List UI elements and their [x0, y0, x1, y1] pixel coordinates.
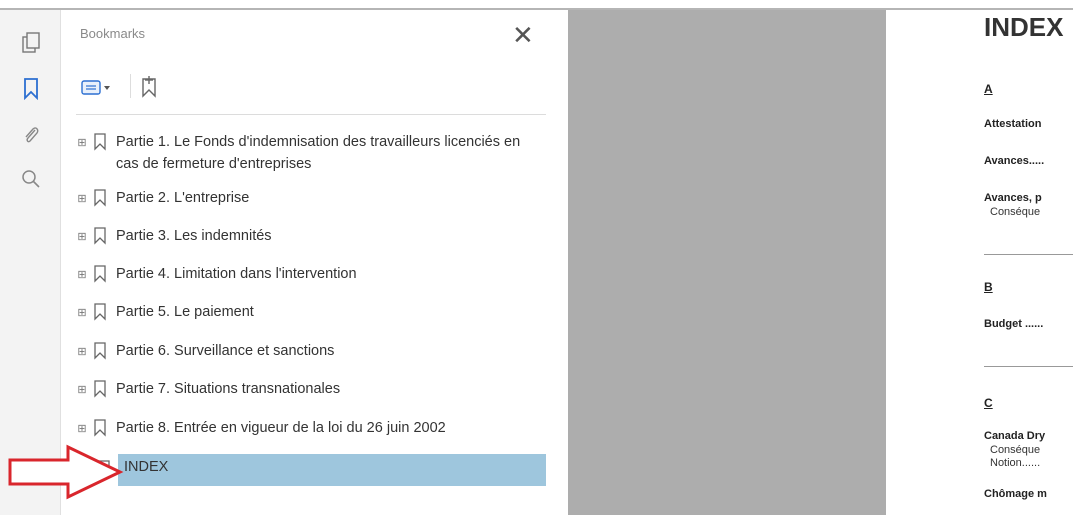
options-menu-button[interactable]: [80, 74, 114, 100]
bookmark-label-index: INDEX: [124, 459, 169, 475]
bookmark-label: Partie 3. Les indemnités: [116, 228, 272, 244]
bookmark-label: Partie 4. Limitation dans l'intervention: [116, 266, 357, 282]
bookmark-item-partie-1[interactable]: ⊞ Partie 1. Le Fonds d'indemnisation des…: [76, 131, 536, 175]
bookmark-icon: [94, 303, 106, 321]
bookmark-label: Partie 5. Le paiement: [116, 304, 254, 320]
bookmark-item-partie-4[interactable]: ⊞ Partie 4. Limitation dans l'interventi…: [76, 263, 536, 285]
panel-title: Bookmarks: [80, 26, 146, 41]
attachment-icon[interactable]: [16, 120, 46, 150]
bookmark-item-partie-7[interactable]: ⊞ Partie 7. Situations transnationales: [76, 378, 536, 400]
bookmark-item-partie-5[interactable]: ⊞ Partie 5. Le paiement: [76, 301, 536, 323]
index-entry: Budget ......: [984, 318, 1044, 330]
new-bookmark-button[interactable]: [138, 74, 160, 100]
expand-icon[interactable]: ⊞: [76, 383, 88, 396]
bookmark-icon: [94, 380, 106, 398]
section-letter: B: [984, 280, 993, 294]
bookmark-item-partie-8[interactable]: ⊞ Partie 8. Entrée en vigueur de la loi …: [76, 417, 536, 439]
bookmark-icon: [94, 265, 106, 283]
section-letter: A: [984, 82, 993, 96]
bookmark-label: Partie 1. Le Fonds d'indemnisation des t…: [116, 134, 521, 172]
bookmark-label: Partie 2. L'entreprise: [116, 190, 250, 206]
expand-icon[interactable]: ⊞: [76, 306, 88, 319]
page-thumbnails-icon[interactable]: [16, 28, 46, 58]
annotation-arrow-icon: [8, 444, 124, 500]
bookmark-label: Partie 8. Entrée en vigueur de la loi du…: [116, 420, 446, 436]
document-title: INDEX: [984, 12, 1064, 42]
index-entry: Avances, p: [984, 192, 1042, 204]
index-subentry: Conséque: [990, 444, 1041, 456]
index-entry: Avances.....: [984, 155, 1045, 167]
index-entry: Canada Dry: [984, 430, 1046, 442]
bookmark-item-index-selected[interactable]: [118, 454, 546, 486]
index-subentry: Notion......: [990, 457, 1041, 469]
document-background: [568, 10, 886, 515]
toolbar-divider: [76, 114, 546, 115]
section-divider: [984, 366, 1073, 367]
expand-icon[interactable]: ⊞: [76, 192, 88, 205]
expand-icon[interactable]: ⊞: [76, 230, 88, 243]
section-letter: C: [984, 396, 993, 410]
options-menu-icon: [81, 80, 110, 95]
bookmark-item-partie-6[interactable]: ⊞ Partie 6. Surveillance et sanctions: [76, 340, 536, 362]
toolbar-separator: [130, 74, 131, 98]
close-icon[interactable]: ✕: [512, 22, 534, 48]
search-icon[interactable]: [16, 164, 46, 194]
index-subentry: Conséque: [990, 206, 1041, 218]
expand-icon[interactable]: ⊞: [76, 268, 88, 281]
bookmark-item-partie-3[interactable]: ⊞ Partie 3. Les indemnités: [76, 225, 536, 247]
index-entry: Chômage m: [984, 488, 1047, 500]
bookmark-icon: [94, 133, 106, 151]
section-divider: [984, 254, 1073, 255]
bookmark-icon: [94, 189, 106, 207]
document-page: INDEX A Attestation Avances..... Avances…: [886, 10, 1073, 515]
bookmark-label: Partie 6. Surveillance et sanctions: [116, 343, 335, 359]
expand-icon[interactable]: ⊞: [76, 345, 88, 358]
navigation-rail: [0, 10, 61, 515]
bookmark-label: Partie 7. Situations transnationales: [116, 381, 341, 397]
bookmark-icon: [94, 227, 106, 245]
bookmark-item-partie-2[interactable]: ⊞ Partie 2. L'entreprise: [76, 187, 536, 209]
expand-icon[interactable]: ⊞: [76, 136, 88, 149]
bookmark-icon: [94, 419, 106, 437]
expand-icon[interactable]: ⊞: [76, 422, 88, 435]
bookmark-icon[interactable]: [16, 74, 46, 104]
index-entry: Attestation: [984, 118, 1042, 130]
new-bookmark-icon: [142, 76, 156, 98]
bookmark-icon: [94, 342, 106, 360]
